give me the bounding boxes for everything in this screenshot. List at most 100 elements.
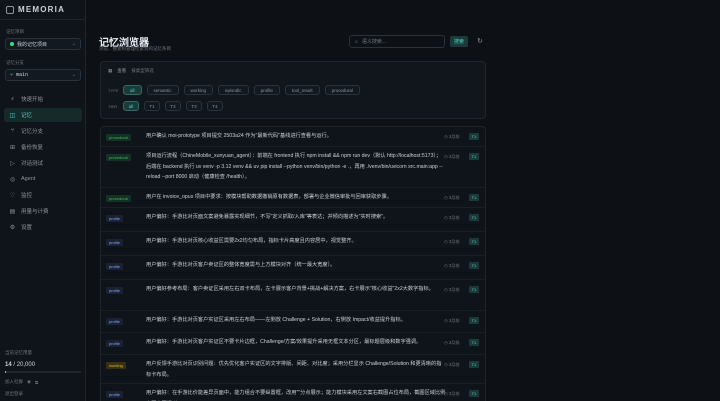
branch-label: 记忆分支 <box>6 60 24 65</box>
memory-row[interactable]: procedural 用户确认 moi-prototype 项目提交 2503a2… <box>101 127 485 147</box>
filter-panel: ▦ 查看 按类型筛选 TYPE all semantic working episod… <box>100 61 486 119</box>
memory-row[interactable]: profile 用户偏好：手游比对页客户实证区不要卡片边框，Challenge/方… <box>101 333 485 355</box>
type-chip-semantic[interactable]: semantic <box>146 85 179 95</box>
memory-date: ◷ 3月前 <box>444 287 460 293</box>
memory-content: 用户偏好：手游比对页核心收益区需要2x2均匀布局，指标卡片高度且内容居中，视觉整… <box>146 238 357 244</box>
sidebar-item-memory[interactable]: ◫ 记忆 <box>4 108 82 122</box>
memory-content: 用户偏好：手游比对页客户实证区不要卡片边框，Challenge/方案/效果提升采… <box>146 339 422 345</box>
memory-date-text: 3月前 <box>448 239 460 244</box>
memory-date-text: 3月前 <box>448 263 460 268</box>
memory-row[interactable]: profile 用户偏好：手游比对页核心收益区需要2x2均匀布局，指标卡片高度且内… <box>101 232 485 256</box>
memory-type-badge: profile <box>106 239 123 246</box>
type-chip-profile[interactable]: profile <box>253 85 280 95</box>
filter-head: ▦ 查看 按类型筛选 <box>108 68 154 74</box>
type-chip-tool-result[interactable]: tool_result <box>284 85 320 95</box>
branch-value: main <box>16 72 29 78</box>
memory-icon: ◫ <box>9 112 16 119</box>
sidebar-item-usage[interactable]: ▤ 用量与计费 <box>4 204 82 218</box>
sidebar-item-quickstart[interactable]: ⚡ 快速开始 <box>4 92 82 106</box>
type-chip-all[interactable]: all <box>123 85 142 95</box>
sidebar-item-chat[interactable]: ▷ 对话测试 <box>4 156 82 170</box>
scope-hint[interactable]: 按类型筛选 <box>131 68 154 74</box>
memory-tier-badge: T1 <box>469 133 479 140</box>
memory-row[interactable]: profile 用户偏好：手游比对页客户实证区采用左右布局——左侧放 Challe… <box>101 311 485 333</box>
sidebar: MEMORIA 记忆项目 我的记忆项目 ⌄ 记忆分支 ⑂ main ⌄ ⚡ 快速开… <box>0 0 86 401</box>
sidebar-item-label: 对话测试 <box>21 161 44 167</box>
branch-selector[interactable]: ⑂ main ⌄ <box>5 69 81 81</box>
type-chip-working[interactable]: working <box>183 85 214 95</box>
memory-content: 用户确认 moi-prototype 项目提交 2503a24 作为"最新代码"… <box>146 133 332 139</box>
project-label: 记忆项目 <box>6 29 24 34</box>
memory-content: 用户偏好：手游比对页客户实证区采用左右布局——左侧放 Challenge + S… <box>146 317 406 323</box>
quota-bar <box>5 371 81 373</box>
tier-chip-t1[interactable]: T1 <box>144 101 160 111</box>
type-chip-episodic[interactable]: episodic <box>218 85 249 95</box>
sidebar-item-label: 监控 <box>21 193 33 199</box>
tier-chip-t3[interactable]: T3 <box>186 101 202 111</box>
type-filter-row: TYPE all semantic working episodic profile to… <box>108 85 365 95</box>
chevron-down-icon: ⌄ <box>71 41 76 47</box>
tier-filter-row: TIER all T1 T2 T3 T4 <box>108 101 228 111</box>
footer-community[interactable]: 加入社群 ◉ ⧉ <box>5 379 38 385</box>
memory-row[interactable]: procedural 项目运行流程（ChineMobile_xunyuan_age… <box>101 147 485 188</box>
scope-label: 查看 <box>117 68 127 73</box>
usage-icon: ▤ <box>9 208 16 215</box>
memory-row[interactable]: profile 用户偏好：手游比对页客户卖证区的整体宽度需与上方模块对齐（统一最大… <box>101 256 485 280</box>
sidebar-item-agent[interactable]: ◎ Agent <box>4 172 82 186</box>
memory-row[interactable]: procedural 用户在 invoice_opus 项目中要求：按模块帮助数据… <box>101 188 485 208</box>
memory-row[interactable]: profile 用户偏好：在手游比价能差异页面中，能力组合不要纵置框，改用""分点… <box>101 384 485 401</box>
logo-icon <box>6 5 14 14</box>
tier-chip-t4[interactable]: T4 <box>207 101 223 111</box>
type-label: TYPE <box>108 87 119 93</box>
memory-date: ◷ 3月前 <box>444 362 460 368</box>
memory-row[interactable]: profile 用户偏好：手游比对页面文案避免暴露实现细节，不写"定义抓取/入库"… <box>101 208 485 232</box>
community-icon: ◉ <box>27 379 31 384</box>
memory-content: 用户反馈手游比对页识别问题：优先优化客户实证区的文字排版、间距、对比度；采用分栏… <box>146 361 442 378</box>
memory-type-badge: working <box>106 362 126 369</box>
sidebar-item-label: 记忆分支 <box>21 129 44 135</box>
memory-content: 项目运行流程（ChineMobile_xunyuan_agent）：前端在 fr… <box>146 153 443 180</box>
memory-row[interactable]: profile 用户偏好参考布局：客户卖证区采用左右双卡布局，左卡展示客户背景+挑… <box>101 280 485 311</box>
memory-list: procedural 用户确认 moi-prototype 项目提交 2503a2… <box>100 126 486 401</box>
memory-date-text: 3月前 <box>448 195 460 200</box>
sidebar-item-branches[interactable]: ⑂ 记忆分支 <box>4 124 82 138</box>
memory-tier-badge: T1 <box>469 317 479 324</box>
memory-date-text: 3月前 <box>448 362 460 367</box>
page-subtitle: 浏览、搜索和管理检索到的记忆条目 <box>99 46 171 51</box>
search-input[interactable]: ⌕ 语义搜索... <box>349 35 445 48</box>
quota-value: 14 / 20,000 <box>5 362 81 368</box>
tier-chip-t2[interactable]: T2 <box>165 101 181 111</box>
project-selector[interactable]: 我的记忆项目 ⌄ <box>5 38 81 50</box>
memory-type-badge: profile <box>106 215 123 222</box>
memory-tier-badge: T1 <box>469 262 479 269</box>
sidebar-item-label: 设置 <box>21 225 33 231</box>
sidebar-item-settings[interactable]: ⚙ 设置 <box>4 220 82 234</box>
memory-date-text: 3月前 <box>448 154 460 159</box>
logout-link[interactable]: 退出登录 <box>5 391 23 397</box>
memory-date: ◷ 3月前 <box>444 154 460 160</box>
search-button[interactable]: 搜索 <box>450 36 468 47</box>
memory-date: ◷ 3月前 <box>444 134 460 140</box>
sidebar-item-monitor[interactable]: ♡ 监控 <box>4 188 82 202</box>
memory-date: ◷ 3月前 <box>444 215 460 221</box>
type-chip-procedural[interactable]: procedural <box>324 85 360 95</box>
search-icon: ⌕ <box>355 38 358 45</box>
memory-date-text: 3月前 <box>448 340 460 345</box>
refresh-icon[interactable]: ↻ <box>477 37 483 45</box>
memory-content: 用户偏好参考布局：客户卖证区采用左右双卡布局，左卡展示客户背景+挑战+解决方案，… <box>146 286 434 292</box>
memory-date-text: 3月前 <box>448 215 460 220</box>
sidebar-item-backup[interactable]: ⊞ 备份恢复 <box>4 140 82 154</box>
sidebar-item-label: 备份恢复 <box>21 145 44 151</box>
memory-type-badge: procedural <box>106 134 131 141</box>
sidebar-item-label: 记忆 <box>21 113 33 119</box>
memory-tier-badge: T1 <box>469 390 479 397</box>
project-value: 我的记忆项目 <box>17 41 48 48</box>
memory-date-text: 3月前 <box>448 391 460 396</box>
memory-date: ◷ 3月前 <box>444 318 460 324</box>
tier-chip-all[interactable]: all <box>123 101 139 111</box>
memory-type-badge: profile <box>106 263 123 270</box>
sidebar-item-label: Agent <box>21 176 36 182</box>
memory-row[interactable]: working 用户反馈手游比对页识别问题：优先优化客户实证区的文字排版、间距、对… <box>101 355 485 384</box>
bolt-icon: ⚡ <box>10 96 15 103</box>
quota-total: / 20,000 <box>13 362 36 368</box>
